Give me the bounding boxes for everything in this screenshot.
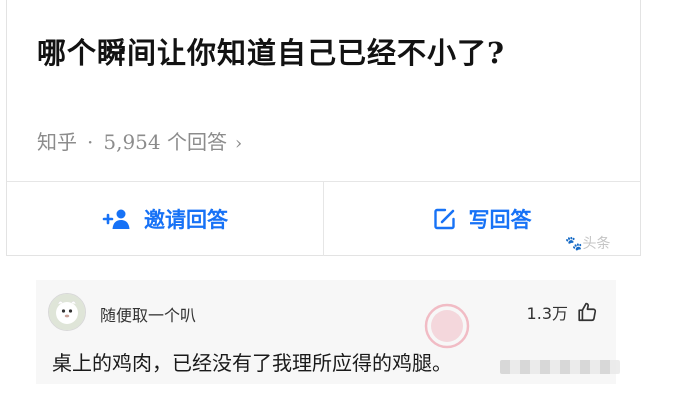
question-meta[interactable]: 知乎 · 5,954 个回答 › [37, 126, 242, 155]
thumbs-up-icon [576, 301, 598, 323]
comment-username[interactable]: 随便取一个叭 [100, 302, 196, 326]
like-count: 1.3万 [526, 304, 568, 323]
comment-text: 桌上的鸡肉，已经没有了我理所应得的鸡腿。 [52, 351, 452, 375]
invite-answer-label: 邀请回答 [144, 207, 228, 232]
watermark-paw-icon: 🐾 [565, 236, 583, 252]
stamp-icon [423, 302, 471, 350]
avatar[interactable] [48, 293, 86, 331]
edit-icon [433, 207, 457, 231]
question-card: 哪个瞬间让你知道自己已经不小了? 知乎 · 5,954 个回答 › 邀请回答 写回答 [6, 0, 641, 256]
watermark: 🐾头条 [565, 233, 610, 253]
blurred-watermark [500, 360, 620, 374]
add-user-icon [102, 208, 132, 230]
chevron-right-icon: › [234, 133, 243, 154]
action-bar: 邀请回答 写回答 [7, 181, 640, 256]
watermark-text: 头条 [582, 236, 611, 252]
answer-count: 5,954 个回答 [103, 130, 227, 154]
question-title[interactable]: 哪个瞬间让你知道自己已经不小了? [37, 30, 505, 72]
write-answer-label: 写回答 [468, 207, 532, 232]
like-button[interactable]: 1.3万 [527, 300, 598, 324]
invite-answer-button[interactable]: 邀请回答 [7, 182, 323, 256]
separator-dot: · [87, 130, 94, 154]
source-label: 知乎 [37, 130, 77, 154]
